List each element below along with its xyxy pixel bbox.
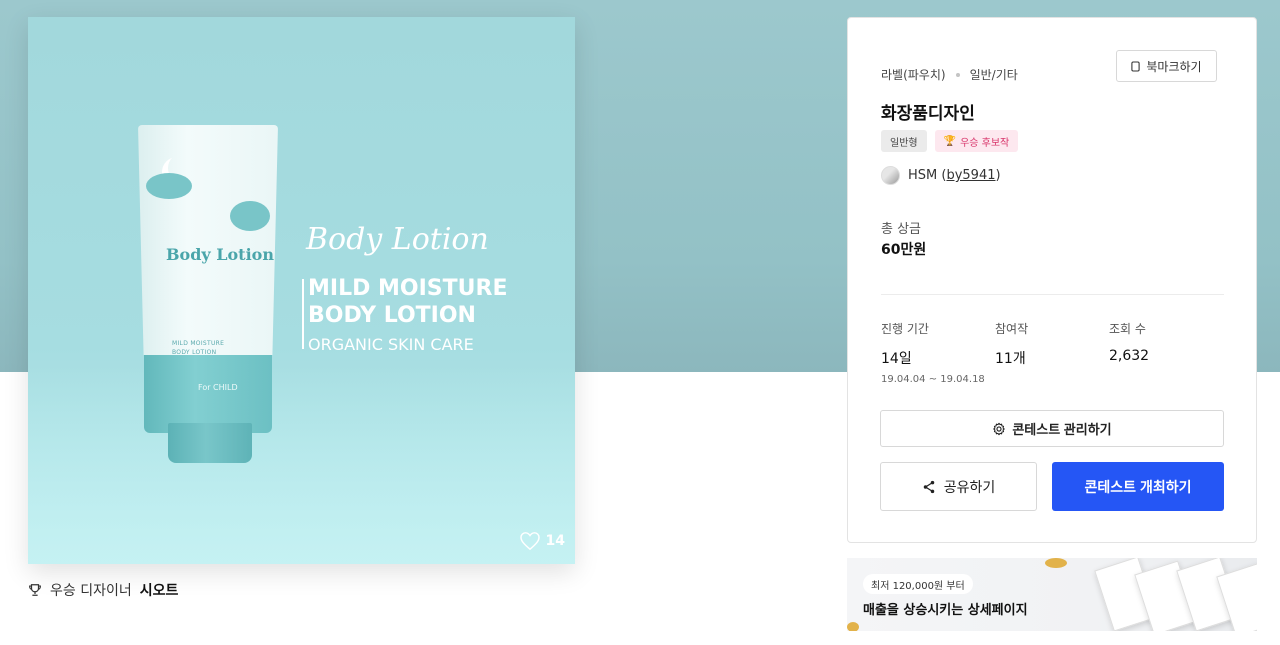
coin-icon bbox=[1045, 558, 1067, 568]
winning-designer: 우승 디자이너 시오트 bbox=[28, 580, 178, 600]
bookmark-button[interactable]: 북마크하기 bbox=[1116, 50, 1217, 82]
share-label: 공유하기 bbox=[943, 478, 996, 495]
ad-subline: ORGANIC SKIN CARE bbox=[308, 335, 474, 354]
stat-period-label: 진행 기간 bbox=[881, 322, 929, 336]
promo-banner[interactable]: 최저 120,000원 부터 매출을 상승시키는 상세페이지 bbox=[847, 558, 1257, 631]
stat-views: 조회 수 2,632 bbox=[1109, 320, 1149, 364]
stat-period-value: 14일 bbox=[881, 351, 912, 367]
host-contest-label: 콘테스트 개최하기 bbox=[1084, 478, 1192, 495]
stat-entries-value: 11개 bbox=[995, 351, 1026, 367]
like-count: 14 bbox=[545, 533, 565, 549]
tube-for-label: For CHILD bbox=[198, 383, 238, 392]
designer-name[interactable]: 시오트 bbox=[140, 580, 179, 600]
coin-icon bbox=[847, 622, 859, 631]
breadcrumb-dot bbox=[955, 72, 960, 77]
bookmark-icon bbox=[1131, 60, 1141, 72]
image-floor bbox=[28, 364, 575, 564]
contest-title: 화장품디자인 bbox=[881, 104, 975, 124]
banner-text: 매출을 상승시키는 상세페이지 bbox=[863, 603, 1028, 618]
cloud-icon bbox=[146, 173, 192, 199]
author-name: HSM bbox=[908, 168, 938, 183]
bookmark-label: 북마크하기 bbox=[1146, 59, 1202, 74]
share-icon bbox=[923, 480, 934, 493]
ad-headline: MILD MOISTURE BODY LOTION bbox=[308, 275, 507, 329]
trophy-icon: 🏆 bbox=[943, 135, 957, 147]
stat-views-value: 2,632 bbox=[1109, 348, 1150, 364]
stat-period: 진행 기간 14일 19.04.04 ~ 19.04.18 bbox=[881, 320, 985, 385]
trophy-icon bbox=[29, 584, 41, 596]
award-tag-label: 우승 후보작 bbox=[960, 137, 1010, 149]
ad-headline-line-1: MILD MOISTURE bbox=[308, 276, 508, 301]
cloud-icon bbox=[230, 201, 270, 231]
author[interactable]: HSM (by5941) bbox=[881, 166, 1001, 185]
tube-bottom bbox=[144, 355, 272, 433]
tube-cap bbox=[168, 423, 252, 463]
prize-label: 총 상금 bbox=[881, 222, 922, 237]
stat-entries: 참여작 11개 bbox=[995, 320, 1028, 368]
divider bbox=[881, 294, 1224, 295]
category-sub[interactable]: 일반/기타 bbox=[970, 66, 1018, 83]
product-image[interactable]: Body Lotion MILD MOISTURE BODY LOTION Fo… bbox=[28, 17, 575, 564]
stat-views-label: 조회 수 bbox=[1109, 322, 1146, 336]
author-id[interactable]: by5941 bbox=[946, 168, 995, 183]
breadcrumb: 라벨(파우치) 일반/기타 bbox=[881, 66, 1018, 83]
gear-icon bbox=[993, 422, 1006, 435]
lotion-tube: Body Lotion MILD MOISTURE BODY LOTION Fo… bbox=[138, 125, 278, 465]
prize-value: 60만원 bbox=[881, 242, 927, 258]
tag-list: 일반형 🏆 우승 후보작 bbox=[881, 130, 1019, 152]
type-tag: 일반형 bbox=[881, 130, 927, 152]
stat-period-range: 19.04.04 ~ 19.04.18 bbox=[881, 374, 985, 385]
heart-icon bbox=[519, 532, 540, 550]
manage-contest-label: 콘테스트 관리하기 bbox=[1012, 422, 1112, 437]
host-contest-button[interactable]: 콘테스트 개최하기 bbox=[1052, 462, 1224, 511]
stat-entries-label: 참여작 bbox=[995, 322, 1029, 336]
category-main[interactable]: 라벨(파우치) bbox=[881, 66, 946, 83]
banner-badge: 최저 120,000원 부터 bbox=[863, 574, 973, 594]
tube-small-label: MILD MOISTURE bbox=[172, 340, 225, 347]
avatar bbox=[881, 166, 900, 185]
tube-body bbox=[138, 125, 278, 355]
designer-prefix: 우승 디자이너 bbox=[50, 583, 132, 599]
ad-headline-line-2: BODY LOTION bbox=[308, 303, 476, 328]
ad-divider bbox=[302, 279, 304, 349]
like-button[interactable]: 14 bbox=[519, 532, 565, 550]
share-button[interactable]: 공유하기 bbox=[880, 462, 1037, 511]
manage-contest-button[interactable]: 콘테스트 관리하기 bbox=[880, 410, 1224, 447]
award-tag: 🏆 우승 후보작 bbox=[934, 130, 1019, 152]
contest-info-card: 라벨(파우치) 일반/기타 북마크하기 화장품디자인 일반형 🏆 우승 후보작 … bbox=[847, 17, 1257, 543]
ad-title: Body Lotion bbox=[306, 222, 489, 257]
tube-brand-label: Body Lotion bbox=[166, 245, 274, 264]
